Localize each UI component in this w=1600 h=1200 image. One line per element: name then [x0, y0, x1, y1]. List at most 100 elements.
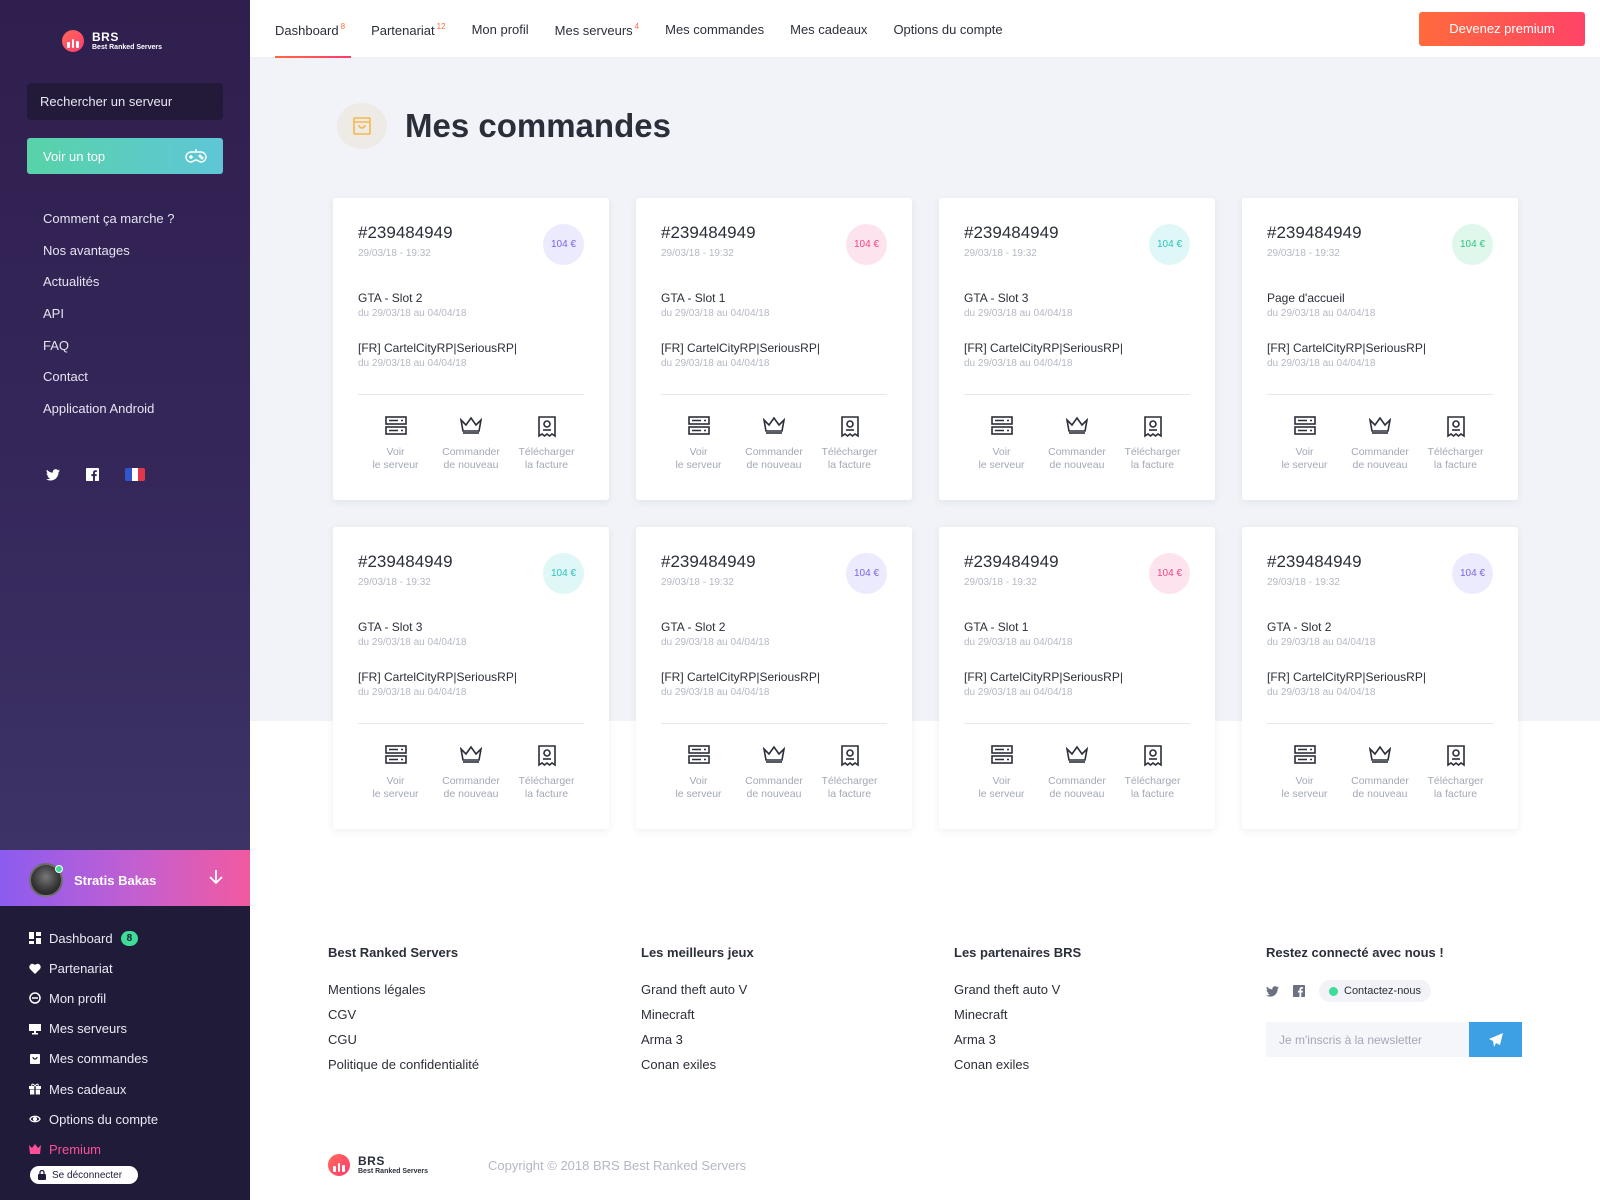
footer-link-game[interactable]: Minecraft [641, 1007, 754, 1032]
order-action-download-invoice-button[interactable]: Télécharger la facture [1418, 745, 1493, 801]
order-action-reorder-button[interactable]: Commander de nouveau [1343, 416, 1418, 472]
order-action-reorder-button[interactable]: Commander de nouveau [434, 745, 509, 801]
action-label-line1: Commander [1048, 775, 1106, 787]
arrow-down-icon[interactable] [209, 869, 223, 885]
crown-icon [1040, 416, 1115, 438]
account-nav-servers[interactable]: Mes serveurs [29, 1014, 158, 1044]
order-action-reorder-button[interactable]: Commander de nouveau [1040, 745, 1115, 801]
order-server[interactable]: [FR] CartelCityRP|SeriousRP| [661, 341, 820, 355]
server-icon [1267, 745, 1342, 767]
order-server[interactable]: [FR] CartelCityRP|SeriousRP| [1267, 341, 1426, 355]
order-action-view-server-button[interactable]: Voir le serveur [964, 745, 1039, 801]
order-action-view-server-button[interactable]: Voir le serveur [661, 745, 736, 801]
account-nav-options[interactable]: Options du compte [29, 1104, 158, 1134]
footer-link-partner[interactable]: Arma 3 [954, 1032, 1081, 1057]
brand-name: BRS [92, 29, 119, 44]
tab-servers[interactable]: Mes serveurs 4 [555, 22, 639, 58]
logout-label: Se déconnecter [52, 1169, 123, 1181]
account-nav-premium[interactable]: Premium [29, 1134, 158, 1164]
order-action-view-server-button[interactable]: Voir le serveur [1267, 745, 1342, 801]
card-divider [1267, 723, 1493, 724]
order-number: #239484949 [1267, 223, 1362, 242]
twitter-icon[interactable] [1266, 985, 1279, 997]
order-price-badge: 104 € [543, 553, 584, 594]
footer-link-game[interactable]: Conan exiles [641, 1057, 754, 1082]
france-flag-icon[interactable] [125, 468, 145, 481]
tab-partnership[interactable]: Partenariat 12 [371, 22, 446, 58]
footer-link-game[interactable]: Grand theft auto V [641, 982, 754, 1007]
newsletter-submit-button[interactable] [1469, 1022, 1522, 1057]
contact-us-button[interactable]: Contactez-nous [1319, 980, 1432, 1002]
order-product: GTA - Slot 3 [964, 291, 1029, 305]
order-action-view-server-button[interactable]: Voir le serveur [964, 416, 1039, 472]
go-premium-button[interactable]: Devenez premium [1419, 12, 1585, 46]
order-action-download-invoice-button[interactable]: Télécharger la facture [812, 745, 887, 801]
sidebar-link-advantages[interactable]: Nos avantages [43, 242, 175, 274]
sidebar-link-android-app[interactable]: Application Android [43, 400, 175, 432]
order-server[interactable]: [FR] CartelCityRP|SeriousRP| [661, 670, 820, 684]
footer-link-partner[interactable]: Conan exiles [954, 1057, 1081, 1082]
order-action-view-server-button[interactable]: Voir le serveur [358, 745, 433, 801]
card-divider [661, 723, 887, 724]
footer-link-partner[interactable]: Grand theft auto V [954, 982, 1081, 1007]
order-server[interactable]: [FR] CartelCityRP|SeriousRP| [964, 670, 1123, 684]
order-action-reorder-button[interactable]: Commander de nouveau [737, 745, 812, 801]
order-server[interactable]: [FR] CartelCityRP|SeriousRP| [358, 670, 517, 684]
order-action-reorder-button[interactable]: Commander de nouveau [1343, 745, 1418, 801]
tab-gifts[interactable]: Mes cadeaux [790, 22, 867, 58]
sidebar-link-faq[interactable]: FAQ [43, 337, 175, 369]
logout-button[interactable]: Se déconnecter [30, 1166, 138, 1184]
order-action-view-server-button[interactable]: Voir le serveur [1267, 416, 1342, 472]
order-card: #239484949 29/03/18 - 19:32 104 € GTA - … [939, 198, 1215, 500]
gift-icon [29, 1083, 41, 1096]
order-action-download-invoice-button[interactable]: Télécharger la facture [1418, 416, 1493, 472]
contact-us-label: Contactez-nous [1344, 985, 1422, 997]
account-nav-partnership[interactable]: Partenariat [29, 953, 158, 983]
order-action-download-invoice-button[interactable]: Télécharger la facture [509, 745, 584, 801]
footer-link-legal[interactable]: Mentions légales [328, 982, 479, 1007]
footer-link-cgu[interactable]: CGU [328, 1032, 479, 1057]
order-action-view-server-button[interactable]: Voir le serveur [661, 416, 736, 472]
order-action-download-invoice-button[interactable]: Télécharger la facture [812, 416, 887, 472]
server-search-input[interactable]: Rechercher un serveur [27, 83, 223, 120]
sidebar-link-api[interactable]: API [43, 305, 175, 337]
server-icon [661, 745, 736, 767]
order-server[interactable]: [FR] CartelCityRP|SeriousRP| [964, 341, 1123, 355]
newsletter-email-input[interactable]: Je m'inscris à la newsletter [1266, 1022, 1469, 1057]
order-server[interactable]: [FR] CartelCityRP|SeriousRP| [358, 341, 517, 355]
sidebar-link-contact[interactable]: Contact [43, 368, 175, 400]
account-nav-profile[interactable]: Mon profil [29, 983, 158, 1013]
account-nav-dashboard[interactable]: Dashboard 8 [29, 923, 158, 953]
footer-link-privacy[interactable]: Politique de confidentialité [328, 1057, 479, 1082]
tab-account-options[interactable]: Options du compte [893, 22, 1002, 58]
facebook-icon[interactable] [86, 468, 99, 481]
order-action-reorder-button[interactable]: Commander de nouveau [434, 416, 509, 472]
order-action-download-invoice-button[interactable]: Télécharger la facture [509, 416, 584, 472]
tab-dashboard[interactable]: Dashboard 8 [275, 22, 352, 58]
action-label-line1: Télécharger [518, 446, 575, 458]
twitter-icon[interactable] [46, 468, 60, 481]
brand-logo[interactable]: BRS Best Ranked Servers [62, 30, 162, 52]
footer-link-cgv[interactable]: CGV [328, 1007, 479, 1032]
tab-profile[interactable]: Mon profil [472, 22, 529, 58]
action-label-line2: de nouveau [1352, 459, 1408, 471]
order-action-reorder-button[interactable]: Commander de nouveau [1040, 416, 1115, 472]
order-action-download-invoice-button[interactable]: Télécharger la facture [1115, 745, 1190, 801]
order-server[interactable]: [FR] CartelCityRP|SeriousRP| [1267, 670, 1426, 684]
order-action-reorder-button[interactable]: Commander de nouveau [737, 416, 812, 472]
footer-link-game[interactable]: Arma 3 [641, 1032, 754, 1057]
order-action-download-invoice-button[interactable]: Télécharger la facture [1115, 416, 1190, 472]
account-nav-gifts[interactable]: Mes cadeaux [29, 1074, 158, 1104]
order-card: #239484949 29/03/18 - 19:32 104 € GTA - … [939, 527, 1215, 829]
user-menu[interactable]: Stratis Bakas [0, 850, 250, 910]
crown-icon [1343, 416, 1418, 438]
footer-link-partner[interactable]: Minecraft [954, 1007, 1081, 1032]
sidebar-link-how-it-works[interactable]: Comment ça marche ? [43, 210, 175, 242]
account-nav-orders[interactable]: Mes commandes [29, 1044, 158, 1074]
facebook-icon[interactable] [1293, 985, 1305, 997]
view-top-button[interactable]: Voir un top [27, 138, 223, 174]
footer-logo[interactable]: BRS Best Ranked Servers [328, 1154, 428, 1176]
order-action-view-server-button[interactable]: Voir le serveur [358, 416, 433, 472]
tab-orders[interactable]: Mes commandes [665, 22, 764, 58]
sidebar-link-news[interactable]: Actualités [43, 273, 175, 305]
